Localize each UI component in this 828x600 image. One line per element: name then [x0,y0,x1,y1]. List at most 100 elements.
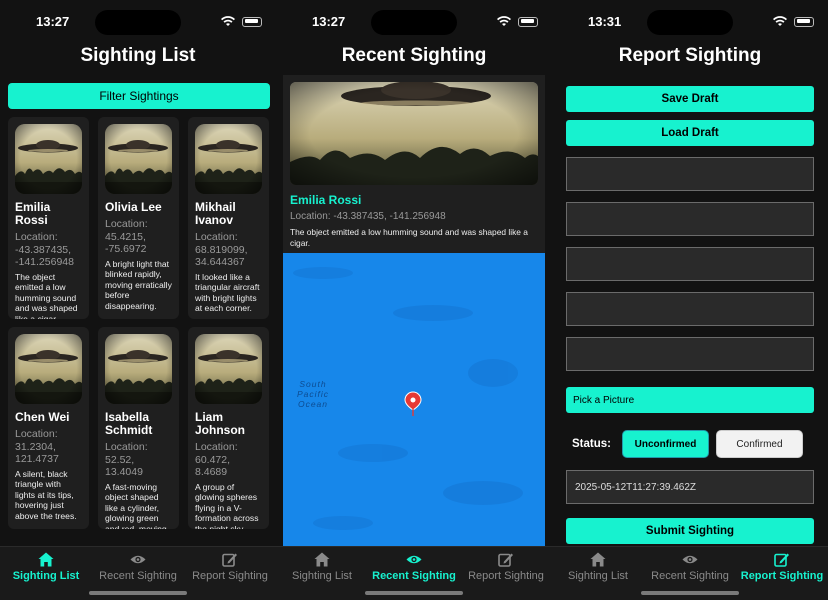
sighting-name: Liam Johnson [195,410,245,437]
battery-icon [794,16,814,27]
sighting-list-screen: 13:27 Sighting List Filter Sightings Emi… [0,0,276,600]
latitude-field[interactable] [566,202,814,236]
status-bar: 13:31 [552,0,828,44]
load-draft-button[interactable]: Load Draft [566,120,814,146]
battery-icon [518,16,538,27]
home-icon [38,552,54,567]
sighting-name: Emilia Rossi [290,193,362,207]
eye-icon [130,555,146,564]
tab-report-sighting[interactable]: Report Sighting [736,552,828,582]
battery-icon [242,16,262,27]
sighting-description: A silent, black triangle with lights at … [15,468,77,521]
tab-report-sighting[interactable]: Report Sighting [460,552,552,582]
sighting-card[interactable]: Chen Wei Location: 31.2304, 121.4737 A s… [8,327,89,529]
sighting-location: Location: 68.819099, 34.644367 [195,231,248,268]
sighting-photo [195,124,262,194]
tab-sighting-list[interactable]: Sighting List [552,552,644,582]
home-icon [314,552,330,567]
sighting-card[interactable]: Olivia Lee Location: 45.4215, -75.6972 A… [98,117,179,319]
sighting-photo [195,334,262,404]
tab-report-sighting[interactable]: Report Sighting [184,552,276,582]
wifi-icon [221,16,235,26]
sighting-description: A bright light that blinked rapidly, mov… [105,258,172,311]
status-unconfirmed-button[interactable]: Unconfirmed [622,430,709,458]
home-indicator [365,591,463,595]
sighting-location: Location: 60.472, 8.4689 [195,441,238,478]
sighting-name: Chen Wei [15,410,70,424]
dynamic-island [371,10,457,35]
map-ocean-label: South Pacific Ocean [296,379,330,409]
edit-icon [498,553,513,567]
sighting-photo [15,124,82,194]
eye-icon [682,555,698,564]
tab-label: Recent Sighting [99,570,177,582]
eye-icon [406,555,422,564]
tab-sighting-list[interactable]: Sighting List [276,552,368,582]
tab-recent-sighting[interactable]: Recent Sighting [92,552,184,582]
filter-sightings-button[interactable]: Filter Sightings [8,83,270,109]
longitude-field[interactable] [566,247,814,281]
sighting-location: Location: -43.387435, -141.256948 [15,231,74,268]
wifi-icon [497,16,511,26]
report-sighting-screen: 13:31 Report Sighting Save Draft Load Dr… [552,0,828,600]
sighting-description: A fast-moving object shaped like a cylin… [105,481,167,530]
dynamic-island [647,10,733,35]
sighting-location: Location: -43.387435, -141.256948 [290,211,446,222]
sighting-location: Location: 31.2304, 121.4737 [15,428,59,465]
sighting-photo [15,334,82,404]
sighting-card[interactable]: Mikhail Ivanov Location: 68.819099, 34.6… [188,117,269,319]
tab-label: Sighting List [12,570,80,582]
sighting-photo [105,124,172,194]
map-view[interactable]: South Pacific Ocean [283,253,545,546]
sighting-name: Mikhail Ivanov [195,200,236,227]
tab-recent-sighting[interactable]: Recent Sighting [368,552,460,582]
sighting-description: The object emitted a low humming sound a… [290,227,528,248]
status-bar: 13:27 [0,0,276,44]
recent-sighting-screen: 13:27 Recent Sighting Emilia Rossi Locat… [276,0,552,600]
status-time: 13:27 [312,14,346,29]
wifi-icon [773,16,787,26]
sighting-card[interactable]: Isabella Schmidt Location: 52.52, 13.404… [98,327,179,529]
sighting-name: Olivia Lee [105,200,162,214]
sighting-location: Location: 52.52, 13.4049 [105,441,148,478]
save-draft-button[interactable]: Save Draft [566,86,814,112]
tab-recent-sighting[interactable]: Recent Sighting [644,552,736,582]
map-pin-icon[interactable] [403,391,423,417]
status-time: 13:31 [588,14,622,29]
sighting-description: The object emitted a low humming sound a… [15,271,78,320]
sighting-photo [105,334,172,404]
tab-label: Sighting List [568,570,628,582]
sighting-location: Location: 45.4215, -75.6972 [105,218,148,255]
sighting-card[interactable]: Emilia Rossi Location: -43.387435, -141.… [8,117,89,319]
extra-field[interactable] [566,337,814,371]
page-title: Sighting List [80,45,196,66]
edit-icon [774,553,789,567]
tab-label: Report Sighting [468,570,544,582]
status-time: 13:27 [36,14,70,29]
pick-picture-button[interactable]: Pick a Picture [566,387,814,413]
tab-label: Recent Sighting [372,570,456,582]
sighting-card[interactable]: Liam Johnson Location: 60.472, 8.4689 A … [188,327,269,529]
home-indicator [641,591,739,595]
page-title: Recent Sighting [341,45,487,66]
status-label: Status: [572,438,611,450]
dynamic-island [95,10,181,35]
tab-sighting-list[interactable]: Sighting List [0,552,92,582]
status-confirmed-button[interactable]: Confirmed [716,430,803,458]
submit-sighting-button[interactable]: Submit Sighting [566,518,814,544]
sighting-description: A group of glowing spheres flying in a V… [195,481,259,530]
tab-label: Recent Sighting [651,570,729,582]
sighting-description: It looked like a triangular aircraft wit… [195,271,260,314]
tab-label: Report Sighting [192,570,268,582]
recent-sighting-card: Emilia Rossi Location: -43.387435, -141.… [283,75,545,253]
page-title: Report Sighting [618,45,762,66]
edit-icon [222,553,237,567]
home-icon [590,552,606,567]
datetime-field[interactable]: 2025-05-12T11:27:39.462Z [566,470,814,504]
app-screens: 13:27 Sighting List Filter Sightings Emi… [0,0,828,600]
sighting-photo [290,82,538,185]
sighting-name: Emilia Rossi [15,200,51,227]
status-bar: 13:27 [276,0,552,44]
name-field[interactable] [566,157,814,191]
description-field[interactable] [566,292,814,326]
